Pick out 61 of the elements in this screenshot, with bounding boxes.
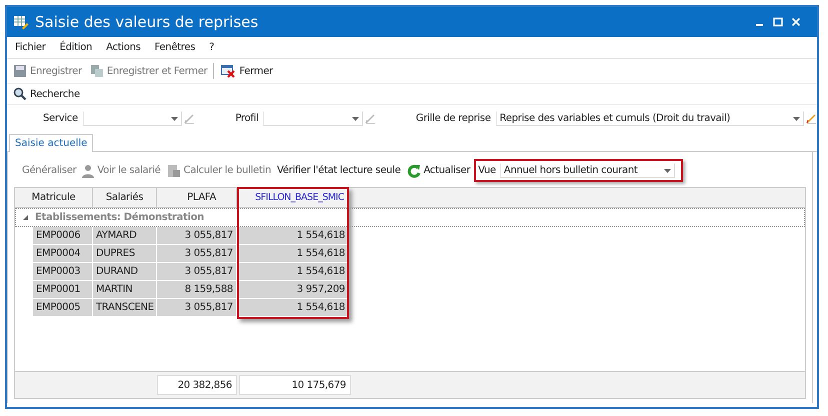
column-header[interactable]: Salariés	[93, 188, 157, 207]
dropdown-arrow-icon	[793, 116, 800, 120]
table-cell: 3 055,817	[157, 245, 237, 263]
table-cell: 8 159,588	[157, 281, 237, 299]
table-edit-icon	[13, 14, 29, 30]
documents-icon	[90, 64, 104, 78]
close-icon[interactable]	[791, 17, 801, 27]
total-cell: 10 175,679	[239, 375, 351, 395]
table-cell: 3 957,209	[237, 281, 349, 299]
filter-label: Profil	[235, 113, 258, 124]
document-icon	[166, 164, 181, 178]
grid-toolbar-button[interactable]: Vérifier l'état lecture seule	[275, 164, 403, 177]
pencil-icon[interactable]	[184, 113, 196, 124]
table-cell: EMP0006	[33, 227, 93, 245]
table-cell: 1 554,618	[237, 245, 349, 263]
pencil-icon[interactable]	[806, 113, 817, 124]
expander-icon[interactable]	[22, 214, 29, 221]
table-cell: EMP0005	[33, 299, 93, 317]
menu-item[interactable]: Actions	[106, 42, 141, 53]
dropdown-arrow-icon	[664, 168, 671, 172]
table-cell: DUPRES	[93, 245, 157, 263]
search-icon	[13, 87, 27, 101]
table-cell: EMP0003	[33, 263, 93, 281]
column-header[interactable]: Matricule	[15, 188, 93, 207]
tab[interactable]: Saisie actuelle	[9, 134, 94, 152]
maximize-icon[interactable]	[773, 17, 783, 27]
table-cell: TRANSCENE	[93, 299, 157, 317]
pencil-icon[interactable]	[364, 113, 376, 124]
table-cell: 1 554,618	[237, 227, 349, 245]
grid-toolbar-button[interactable]: Actualiser	[404, 162, 472, 178]
table-cell: EMP0001	[33, 281, 93, 299]
window-title: Saisie des valeurs de reprises	[35, 13, 260, 31]
table-cell: 3 055,817	[157, 227, 237, 245]
view-dropdown[interactable]: Annuel hors bulletin courant	[500, 163, 675, 178]
table-cell: 3 055,817	[157, 299, 237, 317]
filter-label: Grille de reprise	[416, 113, 491, 124]
refresh-icon	[406, 164, 421, 178]
table-cell: AYMARD	[93, 227, 157, 245]
table-cell: MARTIN	[93, 281, 157, 299]
column-header[interactable]: PLAFA	[157, 188, 237, 207]
search-button[interactable]: Recherche	[11, 86, 82, 102]
menu-item[interactable]: ?	[209, 42, 214, 53]
total-cell: 20 382,856	[157, 375, 237, 395]
filter-dropdown[interactable]: Reprise des variables et cumuls (Droit du travail)	[496, 111, 804, 126]
view-label: Vue	[478, 165, 496, 176]
table-cell: EMP0004	[33, 245, 93, 263]
table-cell: 1 554,618	[237, 299, 349, 317]
dropdown-arrow-icon	[352, 116, 359, 120]
menu-item[interactable]: Édition	[60, 42, 92, 53]
table-cell: 1 554,618	[237, 263, 349, 281]
dropdown-arrow-icon	[171, 116, 178, 120]
window-close-icon	[220, 64, 236, 78]
group-label: Etablissements: Démonstration	[35, 212, 204, 223]
person-icon	[82, 164, 94, 178]
menu-item[interactable]: Fichier	[15, 42, 46, 53]
menu-item[interactable]: Fenêtres	[154, 42, 196, 53]
filter-label: Service	[43, 113, 78, 124]
column-header[interactable]: SFILLON_BASE_SMIC	[237, 188, 349, 207]
toolbar-button[interactable]: Fermer	[218, 63, 275, 79]
table-cell: 3 055,817	[157, 263, 237, 281]
table-cell: DURAND	[93, 263, 157, 281]
